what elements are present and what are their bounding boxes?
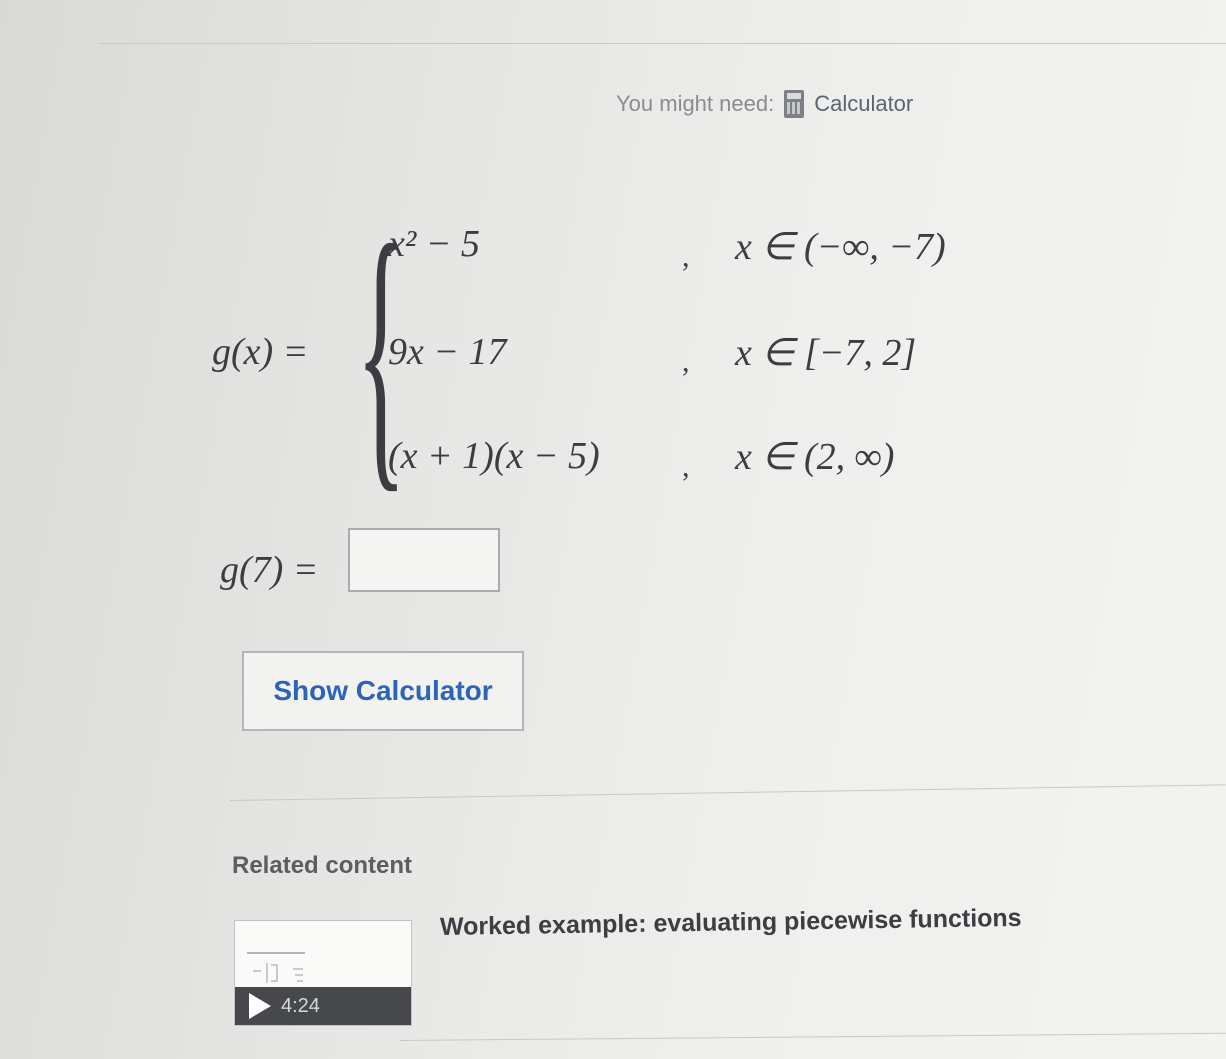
- play-icon[interactable]: [249, 993, 271, 1019]
- calculator-link[interactable]: Calculator: [814, 91, 913, 117]
- question-lhs: g(7) =: [220, 549, 319, 591]
- you-might-need-label: You might need:: [616, 91, 775, 116]
- related-video-title-link[interactable]: Worked example: evaluating piecewise fun…: [440, 904, 1022, 942]
- case-3-expression: (x + 1)(x − 5): [388, 435, 600, 477]
- calculator-icon[interactable]: [784, 90, 805, 118]
- case-2-domain: x ∈ [−7, 2]: [735, 332, 917, 374]
- case-3-comma: ,: [682, 450, 690, 483]
- case-1-expression: x² − 5: [388, 223, 480, 265]
- video-duration: 4:24: [281, 994, 320, 1017]
- show-calculator-button[interactable]: Show Calculator: [242, 651, 524, 731]
- related-content-heading: Related content: [232, 852, 413, 879]
- top-divider: [100, 43, 1226, 44]
- function-lhs: g(x) =: [212, 331, 309, 373]
- video-info-bar: 4:24: [235, 987, 411, 1025]
- case-1-comma: ,: [682, 240, 690, 273]
- case-2-expression: 9x − 17: [388, 331, 507, 373]
- bottom-divider: [399, 1032, 1226, 1041]
- section-divider: [229, 784, 1226, 801]
- thumbnail-sketch: [247, 952, 305, 983]
- you-might-need-bar: You might need: Calculator: [616, 90, 913, 118]
- video-thumbnail[interactable]: 4:24: [234, 920, 412, 1026]
- case-3-domain: x ∈ (2, ∞): [735, 436, 895, 478]
- answer-input[interactable]: [348, 528, 500, 592]
- case-2-comma: ,: [682, 345, 690, 378]
- case-1-domain: x ∈ (−∞, −7): [735, 226, 946, 268]
